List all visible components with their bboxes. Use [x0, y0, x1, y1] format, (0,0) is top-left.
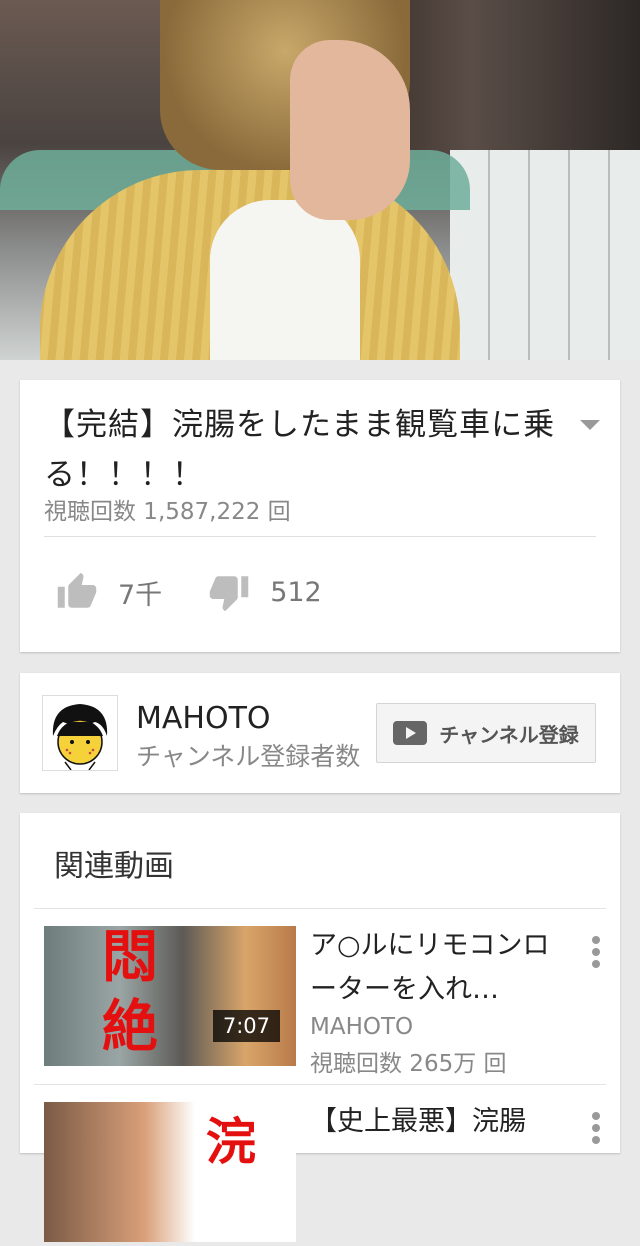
related-video-item[interactable]: 悶 絶 7:07 ア○ルにリモコンローターを入れ… MAHOTO 視聴回数 26…	[44, 924, 604, 1077]
thumbnail-text: 浣	[206, 1113, 256, 1171]
video-thumbnail[interactable]: 悶 絶 7:07	[44, 926, 296, 1066]
video-info-card: 【完結】浣腸をしたまま観覧車に乗る！！！！ 視聴回数 1,587,222 回 7…	[20, 380, 620, 652]
dislike-count: 512	[270, 576, 322, 608]
video-thumbnail[interactable]: 浣	[44, 1102, 296, 1242]
related-video-title[interactable]: ア○ルにリモコンローターを入れ…	[310, 924, 560, 1012]
avatar-face-icon	[43, 696, 117, 770]
expand-description-icon[interactable]	[580, 420, 600, 430]
related-videos-card: 関連動画 悶 絶 7:07 ア○ルにリモコンローターを入れ… MAHOTO 視聴…	[20, 813, 620, 1242]
related-video-item[interactable]: 浣 【史上最悪】浣腸	[44, 1102, 604, 1246]
subscribe-button-label: チャンネル登録	[439, 722, 579, 747]
related-heading: 関連動画	[54, 849, 174, 884]
related-video-channel: MAHOTO	[310, 1014, 414, 1040]
view-count: 視聴回数 1,587,222 回	[44, 499, 291, 525]
thumbnail-text: 絶	[102, 995, 158, 1060]
related-video-views: 視聴回数 265万 回	[310, 1051, 507, 1077]
rating-bar: 7千 512	[56, 564, 322, 620]
channel-card: MAHOTO チャンネル登録者数 チャンネル登録	[20, 673, 620, 793]
video-title: 【完結】浣腸をしたまま観覧車に乗る！！！！	[44, 407, 556, 493]
channel-avatar[interactable]	[42, 695, 118, 771]
divider	[34, 908, 606, 909]
like-count: 7千	[118, 579, 163, 611]
divider	[44, 536, 596, 537]
video-person-shirt	[210, 200, 360, 360]
video-player[interactable]	[0, 0, 640, 360]
youtube-play-icon	[393, 721, 428, 745]
more-vert-icon[interactable]	[588, 1112, 604, 1152]
video-person-face	[290, 40, 410, 220]
dislike-button[interactable]: 512	[208, 571, 322, 613]
related-video-title[interactable]: 【史上最悪】浣腸	[310, 1100, 560, 1144]
thumbs-up-icon	[57, 572, 97, 608]
video-wall	[450, 150, 640, 360]
divider	[34, 1084, 606, 1085]
video-duration: 7:07	[212, 1010, 280, 1042]
thumbnail-text: 悶	[102, 926, 158, 990]
like-button[interactable]: 7千	[56, 571, 162, 613]
more-vert-icon[interactable]	[588, 936, 604, 976]
subscriber-label: チャンネル登録者数	[136, 742, 361, 771]
thumbs-down-icon	[209, 576, 249, 612]
video-person	[40, 0, 460, 360]
channel-name[interactable]: MAHOTO	[136, 701, 271, 736]
subscribe-button[interactable]: チャンネル登録	[376, 703, 596, 763]
